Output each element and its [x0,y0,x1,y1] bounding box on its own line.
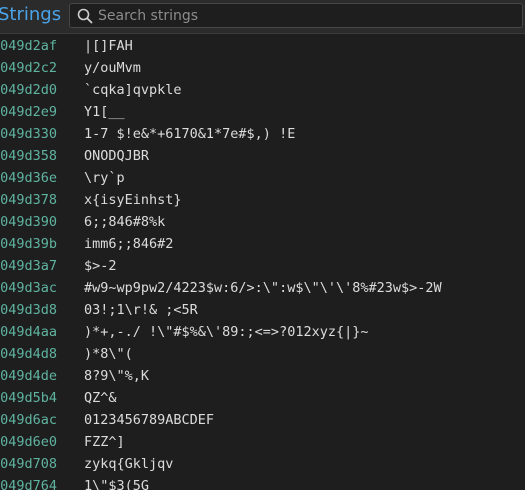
string-value: 8?9\"%,K [84,368,150,384]
string-address[interactable]: 0049d39b [0,233,57,255]
string-value: y/ouMvm [84,60,141,76]
string-row[interactable]: 0049d2af |[]FAH [0,35,525,57]
string-value: )*+,-./ !\"#$%&\'89:;<=>?012xyz{|}~ [84,324,369,340]
string-value: zykq{Gkljqv [84,456,174,472]
string-row[interactable]: 0049d6ac 0123456789ABCDEF [0,409,525,431]
string-row[interactable]: 0049d3d8 03!;1\r!& ;<5R [0,299,525,321]
string-row[interactable]: 0049d39b imm6;;846#2 [0,233,525,255]
strings-toolbar: Strings [0,0,525,34]
string-row[interactable]: 0049d3a7 $>-2 [0,255,525,277]
string-row[interactable]: 0049d390 6;;846#8%k [0,211,525,233]
string-row[interactable]: 0049d2d0 `cqka]qvpkle [0,79,525,101]
string-row[interactable]: 0049d358 ONODQJBR [0,145,525,167]
string-value: 1\"$3(5G [84,478,150,490]
string-address[interactable]: 0049d3d8 [0,299,57,321]
string-value: )*8\"( [84,346,133,362]
strings-list: 0049d2af |[]FAH 0049d2c2 y/ouMvm 0049d2d0 `cq… [0,35,525,490]
string-row[interactable]: 0049d5b4 QZ^& [0,387,525,409]
string-row[interactable]: 0049d330 1-7 $!e&*+6170&1*7e#$,) !E [0,123,525,145]
string-row[interactable]: 0049d6e0 FZZ^] [0,431,525,453]
string-value: FZZ^] [84,434,125,450]
string-row[interactable]: 0049d36e \ry`p [0,167,525,189]
string-address[interactable]: 0049d330 [0,123,57,145]
string-value: 1-7 $!e&*+6170&1*7e#$,) !E [84,126,296,142]
string-address[interactable]: 0049d3a7 [0,255,57,277]
string-row[interactable]: 0049d708 zykq{Gkljqv [0,453,525,475]
string-address[interactable]: 0049d2e9 [0,101,57,123]
string-address[interactable]: 0049d6e0 [0,431,57,453]
string-row[interactable]: 0049d378 x{isyEinhst} [0,189,525,211]
string-row[interactable]: 0049d4aa )*+,-./ !\"#$%&\'89:;<=>?012xyz{… [0,321,525,343]
string-address[interactable]: 0049d4aa [0,321,57,343]
string-address[interactable]: 0049d708 [0,453,57,475]
string-row[interactable]: 0049d2e9 Y1[__ [0,101,525,123]
string-value: x{isyEinhst} [84,192,182,208]
string-value: 0123456789ABCDEF [84,412,215,428]
string-address[interactable]: 0049d764 [0,475,57,490]
string-address[interactable]: 0049d36e [0,167,57,189]
string-address[interactable]: 0049d3ac [0,277,57,299]
string-address[interactable]: 0049d390 [0,211,57,233]
string-row[interactable]: 0049d2c2 y/ouMvm [0,57,525,79]
strings-panel: Strings 0049d2af|[]FAH0049d2c2y/ouMvm004… [0,0,525,490]
string-value: 6;;846#8%k [84,214,166,230]
string-address[interactable]: 0049d2af [0,35,57,57]
string-value: |[]FAH [84,38,133,54]
string-value: Y1[__ [84,104,125,120]
string-value: imm6;;846#2 [84,236,174,252]
string-value: `cqka]qvpkle [84,82,182,98]
string-address[interactable]: 0049d6ac [0,409,57,431]
string-address[interactable]: 0049d358 [0,145,57,167]
string-address[interactable]: 0049d4de [0,365,57,387]
string-value: ONODQJBR [84,148,150,164]
search-icon [77,8,93,24]
string-value: $>-2 [84,258,117,274]
string-address[interactable]: 0049d4d8 [0,343,57,365]
string-value: \ry`p [84,170,125,186]
string-value: 03!;1\r!& ;<5R [84,302,198,318]
string-address[interactable]: 0049d2c2 [0,57,57,79]
string-address[interactable]: 0049d378 [0,189,57,211]
string-value: #w9~wp9pw2/4223$w:6/>:\":w$\"\'\'8%#23w$… [84,280,442,296]
string-row[interactable]: 0049d3ac #w9~wp9pw2/4223$w:6/>:\":w$\"\'\… [0,277,525,299]
search-input[interactable] [98,5,508,26]
string-address[interactable]: 0049d5b4 [0,387,57,409]
search-box[interactable] [69,3,523,28]
string-row[interactable]: 0049d764 1\"$3(5G [0,475,525,490]
panel-title: Strings [0,4,62,25]
string-address[interactable]: 0049d2d0 [0,79,57,101]
string-row[interactable]: 0049d4d8 )*8\"( [0,343,525,365]
string-value: QZ^& [84,390,117,406]
string-row[interactable]: 0049d4de 8?9\"%,K [0,365,525,387]
